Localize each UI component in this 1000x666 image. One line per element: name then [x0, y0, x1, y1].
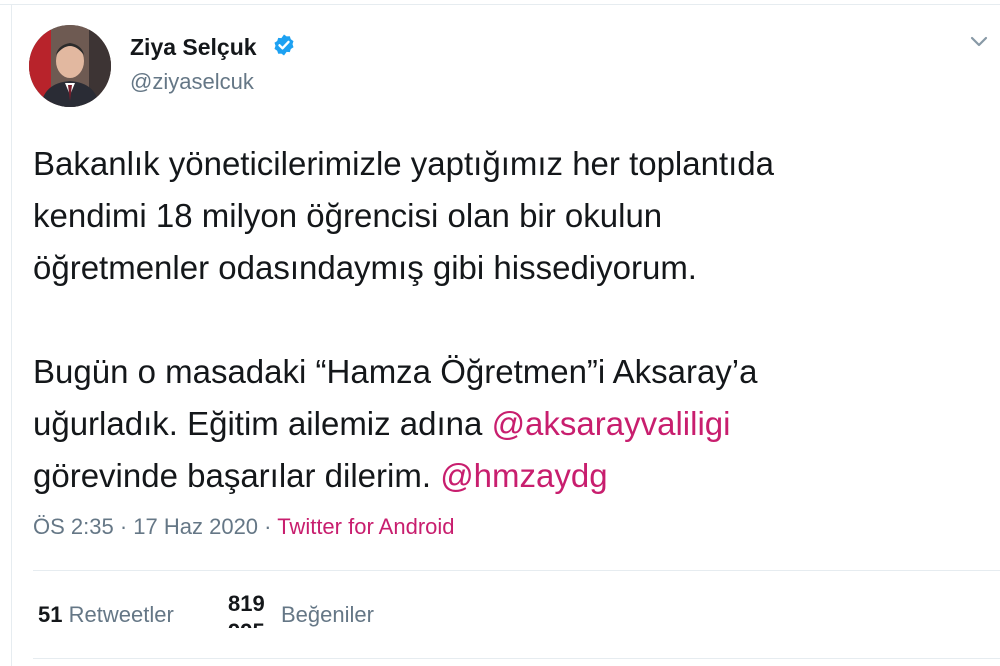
retweets-stat[interactable]: 51 Retweetler — [38, 602, 174, 628]
likes-count-value: 819 — [228, 591, 265, 616]
tweet-line: Bugün o masadaki “Hamza Öğretmen”i Aksar… — [33, 353, 758, 390]
likes-label[interactable]: Beğeniler — [281, 602, 374, 628]
tweet-line: Bakanlık yöneticilerimizle yaptığımız he… — [33, 145, 775, 182]
top-divider — [0, 4, 1000, 5]
tweet-line: kendimi 18 milyon öğrencisi olan bir oku… — [33, 197, 663, 234]
likes-count-rolling: 995 — [228, 618, 274, 628]
retweets-label: Retweetler — [68, 602, 174, 627]
tweet-meta: ÖS 2:35 · 17 Haz 2020 · Twitter for Andr… — [33, 514, 455, 540]
author-handle[interactable]: @ziyaselcuk — [130, 69, 254, 95]
retweets-count: 51 — [38, 602, 63, 627]
author-name[interactable]: Ziya Selçuk — [130, 34, 257, 61]
left-divider — [11, 4, 12, 666]
chevron-down-icon[interactable] — [968, 33, 990, 51]
tweet-line: görevinde başarılar dilerim. — [33, 457, 441, 494]
mention-link[interactable]: @aksarayvaliligi — [492, 405, 731, 442]
tweet-text: Bakanlık yöneticilerimizle yaptığımız he… — [33, 138, 983, 502]
stats-top-divider — [33, 570, 1000, 571]
tweet-source-link[interactable]: Twitter for Android — [277, 514, 454, 539]
tweet-line: uğurladık. Eğitim ailemiz adına — [33, 405, 492, 442]
avatar[interactable] — [29, 25, 111, 107]
meta-separator: · — [258, 514, 278, 539]
tweet-time[interactable]: ÖS 2:35 — [33, 514, 114, 539]
tweet-date[interactable]: 17 Haz 2020 — [133, 514, 258, 539]
mention-link[interactable]: @hmzaydg — [440, 457, 607, 494]
verified-badge-icon — [274, 34, 294, 56]
tweet-line: öğretmenler odasındaymış gibi hissediyor… — [33, 249, 697, 286]
stats-bottom-divider — [33, 658, 1000, 659]
meta-separator: · — [113, 514, 134, 539]
likes-count[interactable]: 819 995 — [228, 590, 274, 628]
